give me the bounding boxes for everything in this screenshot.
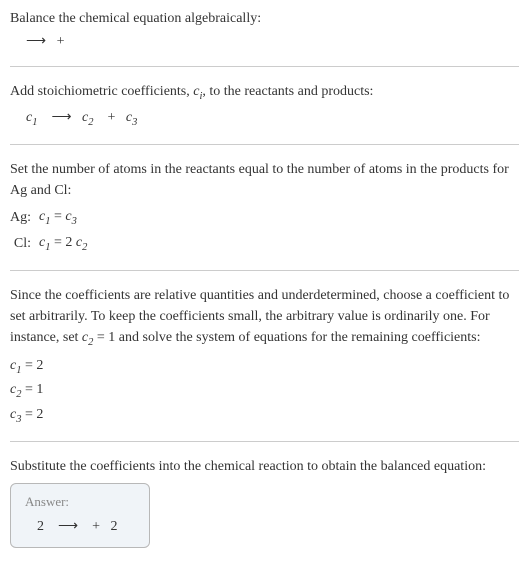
arrow-icon: ⟶ xyxy=(58,516,78,537)
balanced-equation: 2 ⟶ + 2 xyxy=(25,516,135,537)
element-label: Ag: xyxy=(10,205,39,231)
arrow-icon: ⟶ xyxy=(26,31,46,52)
spacer xyxy=(82,519,89,534)
section-answer: Substitute the coefficients into the che… xyxy=(10,456,519,548)
c3: c3 xyxy=(126,110,137,125)
spacer xyxy=(97,110,104,125)
intro-text-4: Since the coefficients are relative quan… xyxy=(10,285,519,351)
divider xyxy=(10,270,519,271)
element-label: Cl: xyxy=(10,231,39,257)
spacer xyxy=(75,110,79,125)
divider xyxy=(10,441,519,442)
divider xyxy=(10,66,519,67)
atom-equations: Ag: c1 = c3 Cl: c1 = 2 c2 xyxy=(10,205,93,256)
equation-coeffs: c1 ⟶ c2 + c3 xyxy=(10,107,519,131)
table-row: Cl: c1 = 2 c2 xyxy=(10,231,93,257)
plus-sign: + xyxy=(92,519,100,534)
intro-text-5: Substitute the coefficients into the che… xyxy=(10,456,519,477)
spacer xyxy=(41,110,48,125)
intro-text-1: Balance the chemical equation algebraica… xyxy=(10,8,519,29)
c2: c2 xyxy=(82,110,93,125)
answer-label: Answer: xyxy=(25,492,135,512)
intro-text-3: Set the number of atoms in the reactants… xyxy=(10,159,519,201)
section-balance-intro: Balance the chemical equation algebraica… xyxy=(10,8,519,52)
section-atom-balance: Set the number of atoms in the reactants… xyxy=(10,159,519,256)
arrow-icon: ⟶ xyxy=(51,107,71,128)
equation-blank-1: ⟶ + xyxy=(10,31,519,52)
section-stoich: Add stoichiometric coefficients, ci, to … xyxy=(10,81,519,130)
coeff-solution: c2 = 1 xyxy=(10,379,519,403)
spacer xyxy=(48,519,55,534)
cset: c2 xyxy=(82,330,93,345)
coeff-solution: c3 = 2 xyxy=(10,404,519,428)
coeff-2a: 2 xyxy=(37,519,44,534)
divider xyxy=(10,144,519,145)
table-row: Ag: c1 = c3 xyxy=(10,205,93,231)
plus-sign: + xyxy=(50,34,65,49)
coeff-2b: 2 xyxy=(110,519,117,534)
answer-box: Answer: 2 ⟶ + 2 xyxy=(10,483,150,548)
spacer xyxy=(103,519,107,534)
spacer xyxy=(119,110,123,125)
coeff-solution: c1 = 2 xyxy=(10,355,519,379)
intro-text-2: Add stoichiometric coefficients, ci, to … xyxy=(10,81,519,105)
coefficient-solutions: c1 = 2 c2 = 1 c3 = 2 xyxy=(10,355,519,428)
section-solve: Since the coefficients are relative quan… xyxy=(10,285,519,427)
equation-cell: c1 = c3 xyxy=(39,205,93,231)
plus-sign: + xyxy=(108,110,116,125)
equation-cell: c1 = 2 c2 xyxy=(39,231,93,257)
c1: c1 xyxy=(26,110,37,125)
